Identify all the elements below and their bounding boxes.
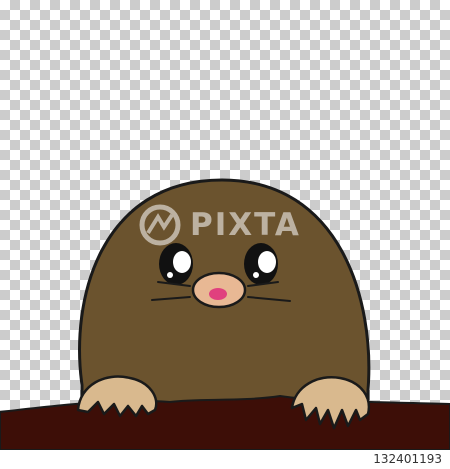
canvas: PIXTA 132401193 (0, 0, 450, 469)
mole-illustration (0, 178, 450, 450)
soil-ground (0, 394, 450, 450)
left-eye (159, 243, 193, 285)
right-eye (244, 243, 278, 285)
image-id-label: 132401193 (373, 452, 442, 466)
mole-nostril (209, 288, 227, 300)
footer-bar: 132401193 (0, 450, 450, 469)
